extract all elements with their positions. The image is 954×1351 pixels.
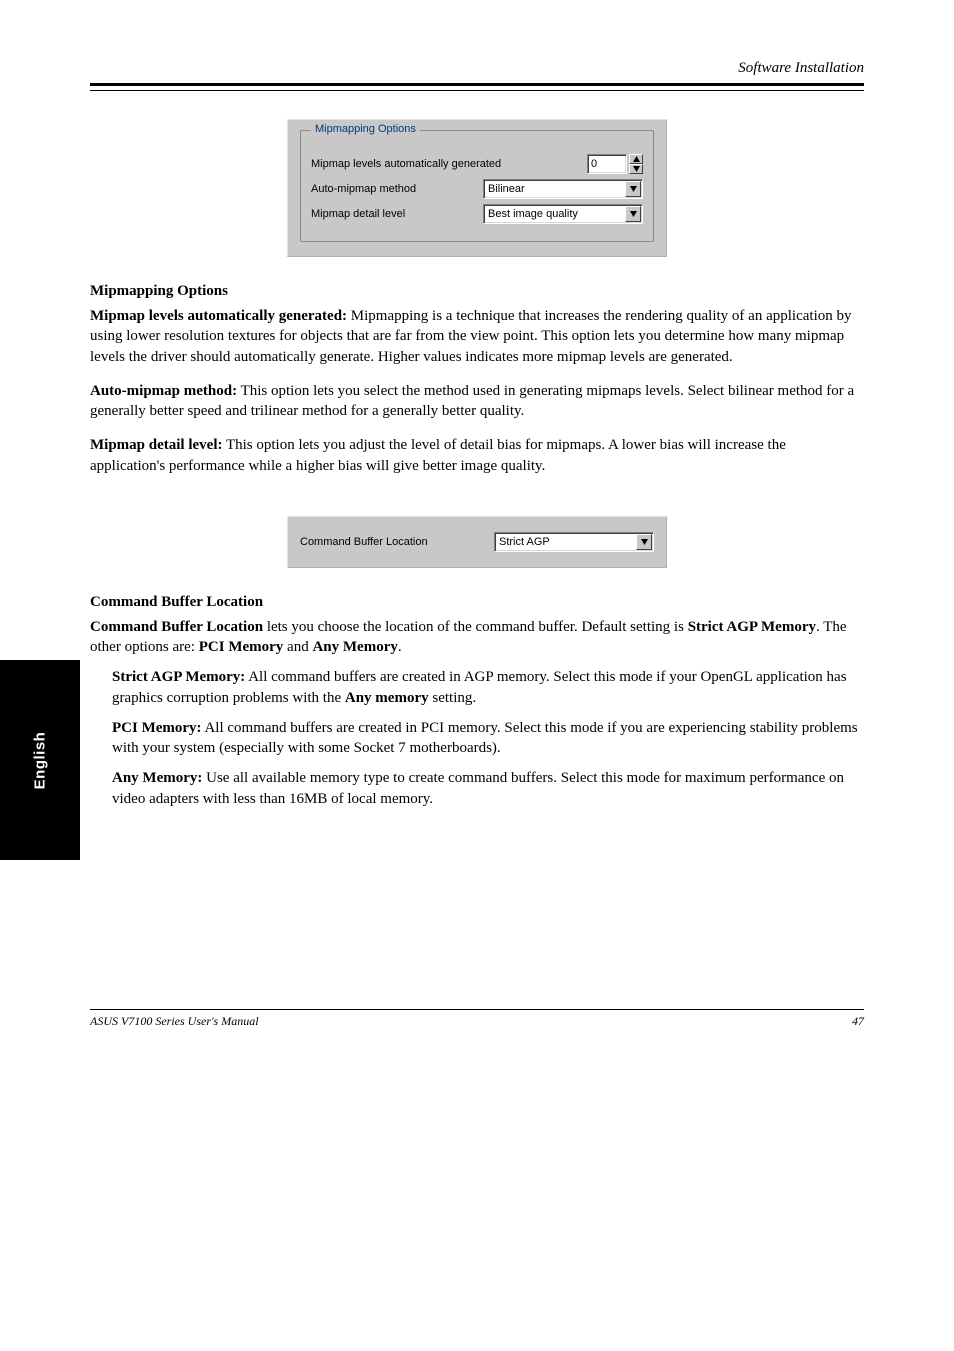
label-auto-mipmap-method: Auto-mipmap method — [311, 183, 483, 195]
spinner-mipmap-levels[interactable] — [629, 154, 643, 174]
footer: ASUS V7100 Series User's Manual 47 — [90, 1010, 864, 1029]
label-mipmap-detail-level: Mipmap detail level — [311, 208, 483, 220]
select-value: Best image quality — [488, 208, 578, 220]
row-mipmap-levels: Mipmap levels automatically generated 0 — [311, 154, 643, 174]
label-command-buffer: Command Buffer Location — [300, 536, 494, 548]
para-mipmap-detail-level: Mipmap detail level: This option lets yo… — [90, 435, 864, 476]
select-command-buffer[interactable]: Strict AGP — [494, 532, 654, 552]
mipmapping-legend: Mipmapping Options — [311, 123, 420, 135]
select-auto-mipmap-method[interactable]: Bilinear — [483, 179, 643, 199]
input-mipmap-levels[interactable]: 0 — [587, 154, 627, 174]
para-command-buffer-intro: Command Buffer Location lets you choose … — [90, 617, 864, 658]
header-rule-thin — [90, 90, 864, 91]
para-mipmap-levels: Mipmap levels automatically generated: M… — [90, 306, 864, 367]
para-any-memory: Any Memory: Use all available memory typ… — [90, 768, 864, 809]
footer-left: ASUS V7100 Series User's Manual — [90, 1014, 259, 1029]
row-auto-mipmap-method: Auto-mipmap method Bilinear — [311, 179, 643, 199]
spinner-down-icon[interactable] — [629, 164, 643, 174]
chevron-down-icon[interactable] — [636, 534, 652, 550]
header-rule-thick — [90, 83, 864, 86]
chevron-down-icon[interactable] — [625, 181, 641, 197]
spinner-up-icon[interactable] — [629, 154, 643, 164]
heading-mipmapping-options: Mipmapping Options — [90, 283, 864, 300]
select-value: Bilinear — [488, 183, 525, 195]
row-command-buffer: Command Buffer Location Strict AGP — [300, 532, 654, 552]
heading-command-buffer: Command Buffer Location — [90, 594, 864, 611]
command-buffer-panel: Command Buffer Location Strict AGP — [287, 516, 667, 568]
para-auto-mipmap-method: Auto-mipmap method: This option lets you… — [90, 381, 864, 422]
running-head: Software Installation — [90, 60, 864, 77]
label-mipmap-levels: Mipmap levels automatically generated — [311, 158, 587, 170]
chevron-down-icon[interactable] — [625, 206, 641, 222]
side-tab: English — [0, 660, 80, 860]
mipmapping-options-panel: Mipmapping Options Mipmap levels automat… — [287, 119, 667, 257]
row-mipmap-detail-level: Mipmap detail level Best image quality — [311, 204, 643, 224]
para-pci-memory: PCI Memory: All command buffers are crea… — [90, 718, 864, 759]
footer-page-number: 47 — [852, 1014, 864, 1029]
select-mipmap-detail-level[interactable]: Best image quality — [483, 204, 643, 224]
side-tab-label: English — [31, 731, 48, 789]
mipmapping-fieldset: Mipmapping Options Mipmap levels automat… — [300, 130, 654, 242]
select-value: Strict AGP — [499, 536, 550, 548]
para-strict-agp: Strict AGP Memory: All command buffers a… — [90, 667, 864, 708]
